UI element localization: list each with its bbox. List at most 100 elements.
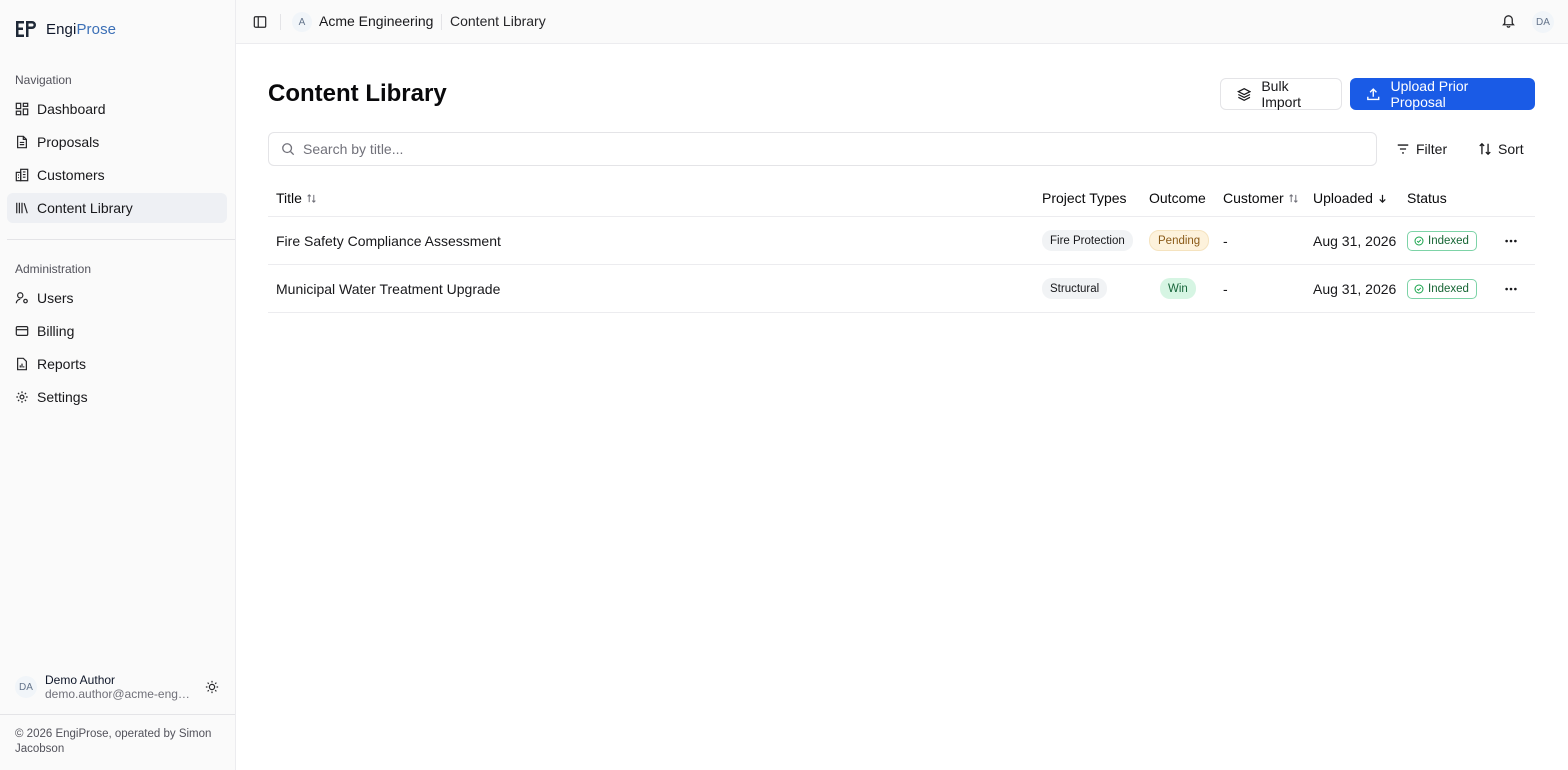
filter-icon [1397, 143, 1409, 154]
row-title[interactable]: Fire Safety Compliance Assessment [276, 217, 501, 264]
user-info: Demo Author demo.author@acme-engineering… [45, 673, 195, 701]
user-profile[interactable]: DA Demo Author demo.author@acme-engineer… [15, 671, 227, 703]
brand-name: EngiProse [46, 20, 117, 38]
column-header-status: Status [1407, 190, 1447, 206]
filter-button[interactable]: Filter [1386, 132, 1457, 165]
column-header-project-types: Project Types [1042, 190, 1127, 206]
sidebar-item-reports[interactable]: Reports [7, 349, 227, 379]
table-row[interactable]: Municipal Water Treatment Upgrade Struct… [268, 265, 1535, 313]
breadcrumb: Content Library [450, 13, 546, 29]
sidebar-item-dashboard[interactable]: Dashboard [7, 94, 227, 124]
credit-card-icon [15, 326, 29, 336]
theme-toggle-button[interactable] [203, 678, 221, 696]
upload-icon [1367, 87, 1380, 100]
sidebar: EngiProse Navigation Dashboard Proposals… [0, 0, 236, 770]
table-header: Title Project Types Outcome Customer Upl… [268, 180, 1535, 217]
row-outcome: Win [1160, 265, 1196, 312]
sort-button[interactable]: Sort [1468, 132, 1534, 165]
brand[interactable]: EngiProse [15, 17, 116, 41]
check-circle-icon [1414, 283, 1424, 294]
sidebar-item-label: Customers [37, 167, 105, 183]
building-icon [15, 168, 29, 182]
report-icon [17, 357, 27, 371]
row-status: Indexed [1407, 217, 1477, 264]
main-nav: Dashboard Proposals Customers Content Li… [7, 94, 227, 226]
administration-section-label: Administration [15, 262, 92, 276]
outcome-badge: Pending [1149, 230, 1210, 251]
admin-nav: Users Billing Reports Settings [7, 283, 227, 415]
row-actions-button[interactable] [1499, 217, 1523, 264]
library-icon [16, 202, 28, 214]
column-header-title[interactable]: Title [276, 180, 317, 216]
breadcrumb-divider [441, 14, 442, 30]
search-icon [282, 143, 295, 156]
sort-arrows-icon [307, 193, 316, 203]
sort-label: Sort [1498, 140, 1524, 157]
topbar-divider [280, 14, 281, 30]
topbar: A Acme Engineering Content Library DA [236, 0, 1568, 44]
row-project-type: Fire Protection [1042, 217, 1133, 264]
search-input[interactable] [303, 141, 1303, 157]
sidebar-item-billing[interactable]: Billing [7, 316, 227, 346]
row-customer: - [1223, 280, 1228, 297]
column-header-uploaded[interactable]: Uploaded [1313, 180, 1388, 216]
navigation-section-label: Navigation [15, 73, 72, 87]
status-badge: Indexed [1407, 278, 1477, 299]
search-field[interactable] [268, 132, 1377, 166]
column-header-customer[interactable]: Customer [1223, 180, 1299, 216]
user-avatar-button[interactable]: DA [1532, 11, 1554, 33]
arrow-down-icon [1379, 194, 1386, 203]
avatar: DA [15, 676, 37, 698]
sort-arrows-icon [1288, 193, 1298, 203]
row-outcome: Pending [1149, 217, 1210, 264]
sidebar-item-label: Users [37, 290, 74, 306]
content-table: Title Project Types Outcome Customer Upl… [268, 180, 1535, 313]
notifications-button[interactable] [1501, 13, 1517, 29]
more-horizontal-icon [1505, 287, 1517, 290]
sidebar-item-label: Settings [37, 389, 88, 405]
row-title[interactable]: Municipal Water Treatment Upgrade [276, 265, 500, 312]
project-type-tag: Fire Protection [1042, 230, 1133, 251]
sidebar-item-settings[interactable]: Settings [7, 382, 227, 412]
bell-icon [1502, 15, 1515, 28]
panel-left-icon [253, 16, 267, 28]
row-customer: - [1223, 232, 1228, 249]
footer-divider [0, 714, 235, 715]
sidebar-item-proposals[interactable]: Proposals [7, 127, 227, 157]
sun-icon [205, 680, 219, 694]
row-status: Indexed [1407, 265, 1477, 312]
sidebar-toggle-button[interactable] [252, 14, 268, 30]
check-circle-icon [1414, 235, 1424, 246]
sidebar-item-label: Content Library [37, 200, 133, 216]
user-email: demo.author@acme-engineering.com [45, 687, 190, 701]
table-row[interactable]: Fire Safety Compliance Assessment Fire P… [268, 217, 1535, 265]
org-avatar: A [292, 12, 312, 32]
bulk-import-button[interactable]: Bulk Import [1220, 78, 1342, 110]
sidebar-item-label: Dashboard [37, 101, 106, 117]
page-title: Content Library [268, 80, 447, 107]
sidebar-item-users[interactable]: Users [7, 283, 227, 313]
upload-prior-proposal-button[interactable]: Upload Prior Proposal [1350, 78, 1535, 110]
org-switcher[interactable]: Acme Engineering [319, 13, 433, 29]
upload-label: Upload Prior Proposal [1390, 78, 1469, 110]
sidebar-item-label: Proposals [37, 134, 100, 150]
document-icon [17, 135, 27, 149]
outcome-badge: Win [1160, 278, 1196, 299]
project-type-tag: Structural [1042, 278, 1108, 299]
sidebar-item-label: Reports [37, 356, 87, 372]
layers-icon [1237, 87, 1252, 101]
engiprose-logo-icon [15, 18, 37, 40]
row-uploaded-date: Aug 31, 2026 [1313, 280, 1397, 297]
sidebar-item-customers[interactable]: Customers [7, 160, 227, 190]
sidebar-divider [7, 239, 235, 240]
column-header-outcome: Outcome [1149, 190, 1206, 206]
sidebar-item-content-library[interactable]: Content Library [7, 193, 227, 223]
row-actions-button[interactable] [1499, 265, 1523, 312]
filter-label: Filter [1416, 140, 1448, 157]
row-uploaded-date: Aug 31, 2026 [1313, 232, 1397, 249]
gear-icon [16, 391, 28, 403]
copyright-footer: © 2026 EngiProse, operated by Simon Jaco… [15, 728, 212, 755]
dashboard-icon [15, 102, 29, 116]
bulk-import-label: Bulk Import [1261, 78, 1302, 110]
more-horizontal-icon [1505, 239, 1517, 242]
